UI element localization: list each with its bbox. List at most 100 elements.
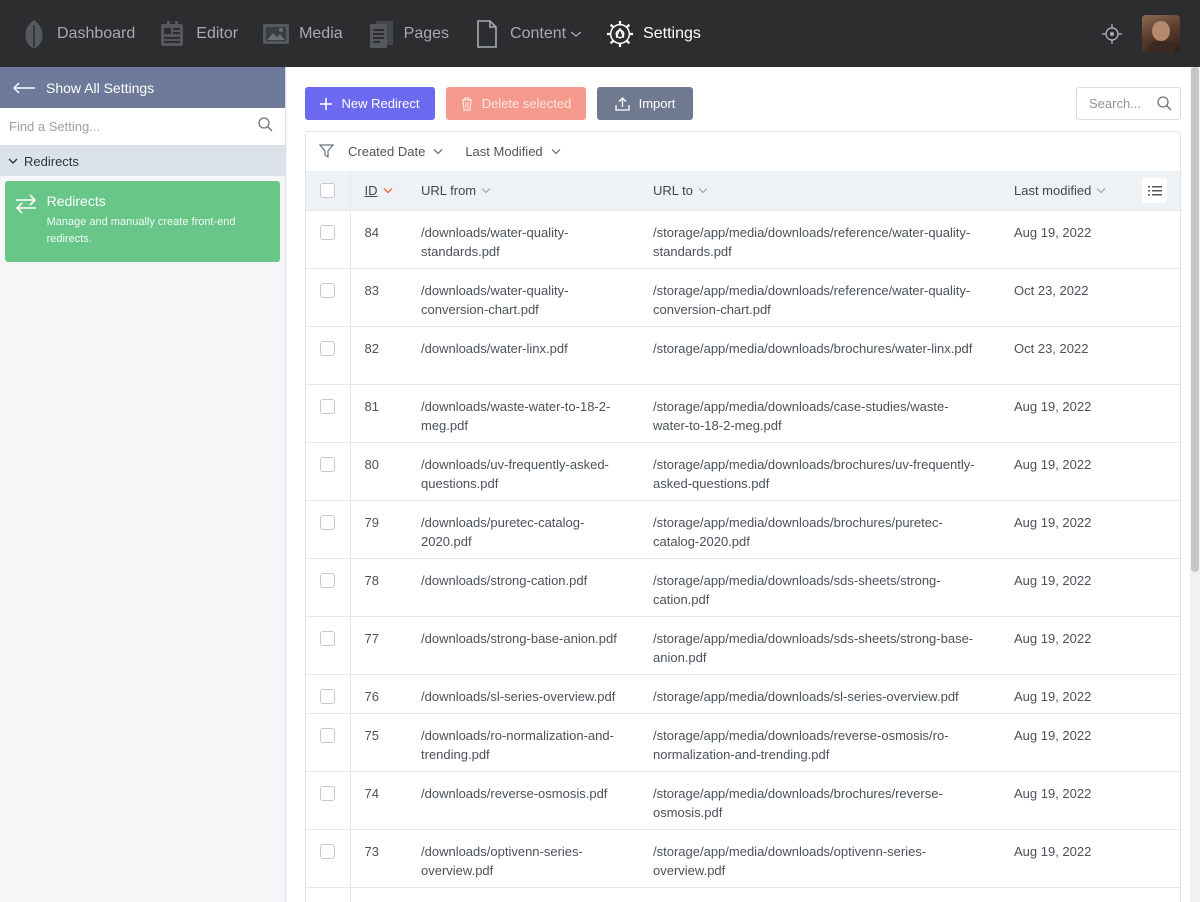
setting-card-redirects[interactable]: Redirects Manage and manually create fro… xyxy=(5,181,280,262)
row-checkbox[interactable] xyxy=(320,224,335,240)
cell-url-from: /downloads/waste-water-to-18-2-meg.pdf xyxy=(421,398,611,433)
find-setting-input[interactable] xyxy=(9,119,258,134)
column-url-to[interactable]: URL to xyxy=(640,171,1004,210)
redirects-list: Created Date Last Modified ID URL from U… xyxy=(305,131,1181,902)
pages-icon xyxy=(367,19,395,49)
row-checkbox[interactable] xyxy=(320,398,335,414)
column-id[interactable]: ID xyxy=(350,171,408,210)
row-checkbox[interactable] xyxy=(320,843,335,859)
row-checkbox[interactable] xyxy=(320,688,335,704)
filter-last-modified-label: Last Modified xyxy=(465,144,543,159)
new-redirect-button[interactable]: New Redirect xyxy=(305,87,435,120)
scrollbar-thumb[interactable] xyxy=(1191,67,1199,572)
table-row[interactable]: 78 /downloads/strong-cation.pdf /storage… xyxy=(306,558,1180,616)
list-setup-icon[interactable] xyxy=(1142,178,1167,203)
cell-url-from: /downloads/uv-frequently-asked-questions… xyxy=(421,456,609,491)
cell-last-modified: Aug 19, 2022 xyxy=(1014,514,1092,530)
table-row[interactable]: 79 /downloads/puretec-catalog-2020.pdf /… xyxy=(306,500,1180,558)
table-row[interactable]: 75 /downloads/ro-normalization-and-trend… xyxy=(306,713,1180,771)
filter-last-modified[interactable]: Last Modified xyxy=(465,144,561,159)
chevron-down-icon xyxy=(481,187,491,194)
table-row[interactable]: 76 /downloads/sl-series-overview.pdf /st… xyxy=(306,674,1180,713)
chevron-down-icon xyxy=(698,187,708,194)
cell-url-to: /storage/app/media/downloads/brochures/w… xyxy=(653,340,973,356)
filter-created-date[interactable]: Created Date xyxy=(348,144,443,159)
delete-selected-button[interactable]: Delete selected xyxy=(446,87,586,120)
crosshair-icon[interactable] xyxy=(1092,14,1132,54)
row-checkbox[interactable] xyxy=(320,514,335,530)
row-checkbox[interactable] xyxy=(320,630,335,646)
row-checkbox[interactable] xyxy=(320,785,335,801)
cell-url-from: /downloads/ro-normalization-and-trending… xyxy=(421,727,614,762)
settings-group-redirects[interactable]: Redirects xyxy=(0,146,285,176)
row-checkbox[interactable] xyxy=(320,727,335,743)
search-box xyxy=(1076,87,1181,120)
select-all-checkbox[interactable] xyxy=(320,182,335,198)
search-icon[interactable] xyxy=(1157,96,1172,111)
table-row[interactable]: 74 /downloads/reverse-osmosis.pdf /stora… xyxy=(306,771,1180,829)
sort-chevron-down-icon xyxy=(382,187,393,194)
cell-url-from: /downloads/reverse-osmosis.pdf xyxy=(421,785,608,801)
cell-url-from: /downloads/water-linx.pdf xyxy=(421,340,568,356)
nav-editor-label: Editor xyxy=(196,24,239,42)
table-row[interactable]: 81 /downloads/waste-water-to-18-2-meg.pd… xyxy=(306,384,1180,442)
cell-url-from: /downloads/sl-series-overview.pdf xyxy=(421,688,616,704)
cell-last-modified: Oct 23, 2022 xyxy=(1014,282,1089,298)
cell-id: 77 xyxy=(364,630,379,646)
nav-settings[interactable]: Settings xyxy=(594,0,713,67)
cell-last-modified: Aug 19, 2022 xyxy=(1014,224,1092,240)
search-input[interactable] xyxy=(1089,96,1147,111)
chevron-down-icon xyxy=(570,30,582,38)
table-row[interactable]: 82 /downloads/water-linx.pdf /storage/ap… xyxy=(306,326,1180,384)
nav-dashboard[interactable]: Dashboard xyxy=(0,0,147,67)
cell-url-to: /storage/app/media/downloads/sds-sheets/… xyxy=(653,572,941,607)
cell-id: 76 xyxy=(364,688,379,704)
document-icon xyxy=(473,19,501,49)
cell-id: 80 xyxy=(364,456,379,472)
cell-url-to: /storage/app/media/downloads/brochures/p… xyxy=(653,514,943,549)
cell-url-to: /storage/app/media/downloads/reference/w… xyxy=(653,224,971,259)
leaf-icon xyxy=(20,19,48,49)
search-icon[interactable] xyxy=(258,116,273,137)
table-row[interactable]: 80 /downloads/uv-frequently-asked-questi… xyxy=(306,442,1180,500)
chevron-down-icon xyxy=(433,148,443,155)
column-url-from-label: URL from xyxy=(421,182,477,198)
table-row[interactable]: 77 /downloads/strong-base-anion.pdf /sto… xyxy=(306,616,1180,674)
nav-media[interactable]: Media xyxy=(250,0,355,67)
cell-last-modified: Aug 19, 2022 xyxy=(1014,630,1092,646)
cell-last-modified: Aug 19, 2022 xyxy=(1014,572,1092,588)
row-checkbox[interactable] xyxy=(320,340,335,356)
cell-url-to: /storage/app/media/downloads/reverse-osm… xyxy=(653,727,949,762)
import-button[interactable]: Import xyxy=(597,87,693,120)
cell-url-to: /storage/app/media/downloads/brochures/r… xyxy=(653,785,943,820)
row-checkbox[interactable] xyxy=(320,456,335,472)
delete-selected-label: Delete selected xyxy=(481,96,572,111)
row-checkbox[interactable] xyxy=(320,282,335,298)
table-row[interactable]: 84 /downloads/water-quality-standards.pd… xyxy=(306,210,1180,268)
table-row[interactable] xyxy=(306,887,1180,902)
chevron-down-icon xyxy=(1096,187,1106,194)
setting-card-title: Redirects xyxy=(46,193,106,209)
nav-content[interactable]: Content xyxy=(461,0,594,67)
cell-id: 78 xyxy=(364,572,379,588)
user-avatar[interactable] xyxy=(1142,14,1180,53)
cell-last-modified: Aug 19, 2022 xyxy=(1014,398,1092,414)
column-url-from[interactable]: URL from xyxy=(408,171,640,210)
settings-sidebar: Show All Settings Redirects Redirects Ma… xyxy=(0,67,286,902)
page-scrollbar[interactable] xyxy=(1190,67,1200,902)
settings-group-label: Redirects xyxy=(24,153,79,169)
cell-url-to: /storage/app/media/downloads/brochures/u… xyxy=(653,456,975,491)
cell-last-modified: Aug 19, 2022 xyxy=(1014,843,1092,859)
upload-icon xyxy=(614,96,630,111)
table-row[interactable]: 73 /downloads/optivenn-series-overview.p… xyxy=(306,829,1180,887)
cell-url-from: /downloads/strong-base-anion.pdf xyxy=(421,630,617,646)
row-checkbox[interactable] xyxy=(320,572,335,588)
nav-pages[interactable]: Pages xyxy=(355,0,461,67)
select-all-cell xyxy=(306,171,351,210)
table-row[interactable]: 83 /downloads/water-quality-conversion-c… xyxy=(306,268,1180,326)
media-icon xyxy=(262,19,290,49)
nav-editor[interactable]: Editor xyxy=(147,0,250,67)
chevron-down-icon xyxy=(8,157,18,165)
show-all-settings-link[interactable]: Show All Settings xyxy=(0,67,285,108)
cell-url-to: /storage/app/media/downloads/case-studie… xyxy=(653,398,949,433)
